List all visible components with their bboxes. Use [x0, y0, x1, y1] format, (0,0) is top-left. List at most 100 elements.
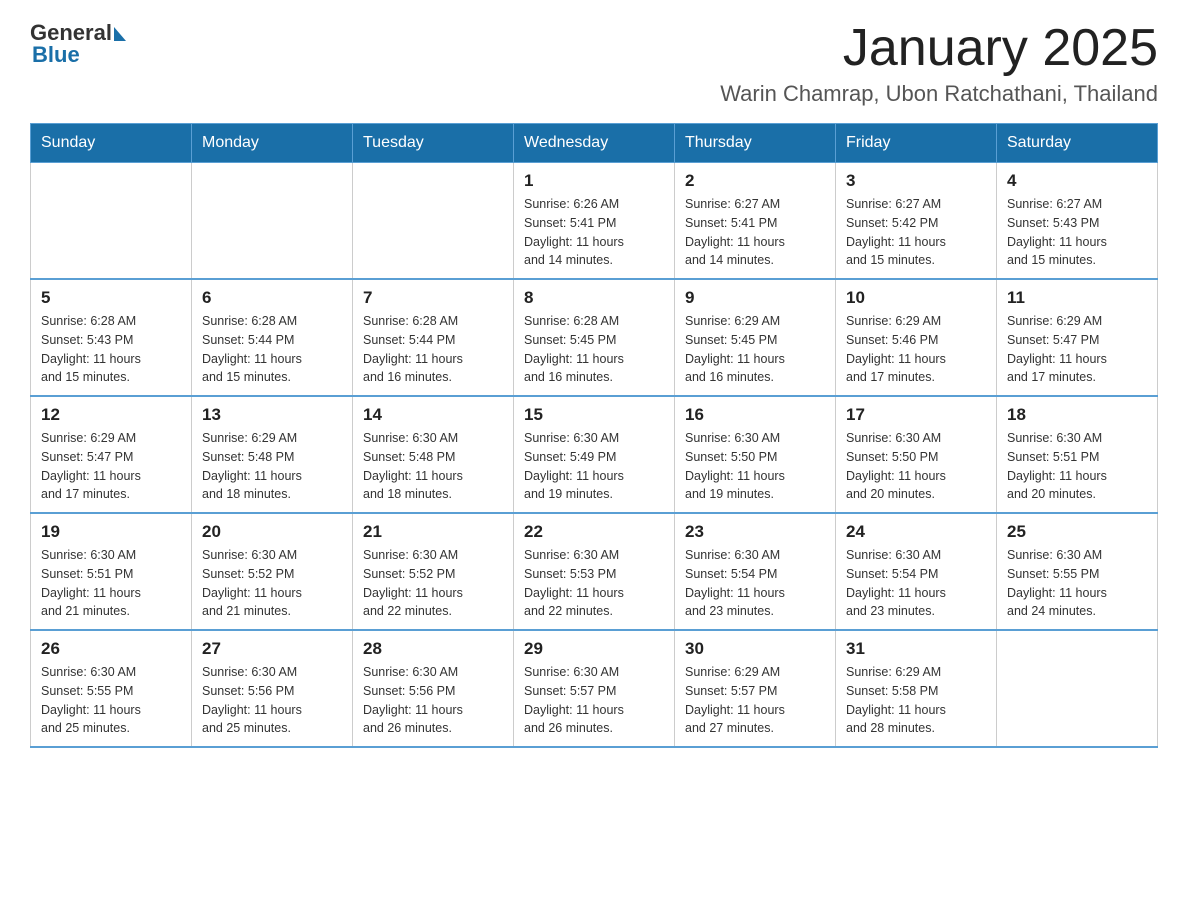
day-info: Sunrise: 6:30 AMSunset: 5:48 PMDaylight:…	[363, 429, 503, 504]
day-info: Sunrise: 6:28 AMSunset: 5:44 PMDaylight:…	[363, 312, 503, 387]
day-number: 21	[363, 522, 503, 542]
calendar-subtitle: Warin Chamrap, Ubon Ratchathani, Thailan…	[720, 81, 1158, 107]
calendar-cell	[997, 630, 1158, 747]
calendar-cell: 28Sunrise: 6:30 AMSunset: 5:56 PMDayligh…	[353, 630, 514, 747]
day-info: Sunrise: 6:29 AMSunset: 5:58 PMDaylight:…	[846, 663, 986, 738]
day-number: 13	[202, 405, 342, 425]
day-info: Sunrise: 6:30 AMSunset: 5:55 PMDaylight:…	[1007, 546, 1147, 621]
day-number: 2	[685, 171, 825, 191]
calendar-cell: 10Sunrise: 6:29 AMSunset: 5:46 PMDayligh…	[836, 279, 997, 396]
day-info: Sunrise: 6:30 AMSunset: 5:57 PMDaylight:…	[524, 663, 664, 738]
day-info: Sunrise: 6:28 AMSunset: 5:45 PMDaylight:…	[524, 312, 664, 387]
calendar-cell: 23 Sunrise: 6:30 AMSunset: 5:54 PMDayligh…	[675, 513, 836, 630]
day-info: Sunrise: 6:30 AMSunset: 5:54 PMDaylight:…	[846, 546, 986, 621]
day-info: Sunrise: 6:29 AMSunset: 5:48 PMDaylight:…	[202, 429, 342, 504]
day-number: 9	[685, 288, 825, 308]
calendar-cell: 12Sunrise: 6:29 AMSunset: 5:47 PMDayligh…	[31, 396, 192, 513]
weekday-header-row: SundayMondayTuesdayWednesdayThursdayFrid…	[31, 124, 1158, 163]
day-info: Sunrise: 6:30 AMSunset: 5:50 PMDaylight:…	[685, 429, 825, 504]
calendar-cell: 21 Sunrise: 6:30 AMSunset: 5:52 PMDayligh…	[353, 513, 514, 630]
calendar-cell: 11Sunrise: 6:29 AMSunset: 5:47 PMDayligh…	[997, 279, 1158, 396]
day-info: Sunrise: 6:30 AMSunset: 5:56 PMDaylight:…	[202, 663, 342, 738]
day-info: Sunrise: 6:30 AMSunset: 5:50 PMDaylight:…	[846, 429, 986, 504]
calendar-cell: 27 Sunrise: 6:30 AMSunset: 5:56 PMDayligh…	[192, 630, 353, 747]
day-number: 15	[524, 405, 664, 425]
day-info: Sunrise: 6:29 AMSunset: 5:47 PMDaylight:…	[41, 429, 181, 504]
day-number: 17	[846, 405, 986, 425]
calendar-cell: 5Sunrise: 6:28 AMSunset: 5:43 PMDaylight…	[31, 279, 192, 396]
day-info: Sunrise: 6:30 AMSunset: 5:54 PMDaylight:…	[685, 546, 825, 621]
day-number: 29	[524, 639, 664, 659]
day-number: 19	[41, 522, 181, 542]
weekday-header-monday: Monday	[192, 124, 353, 163]
day-number: 11	[1007, 288, 1147, 308]
calendar-cell: 24 Sunrise: 6:30 AMSunset: 5:54 PMDayligh…	[836, 513, 997, 630]
calendar-cell: 15 Sunrise: 6:30 AMSunset: 5:49 PMDayligh…	[514, 396, 675, 513]
calendar-cell: 2 Sunrise: 6:27 AMSunset: 5:41 PMDaylight…	[675, 163, 836, 280]
day-info: Sunrise: 6:27 AMSunset: 5:42 PMDaylight:…	[846, 195, 986, 270]
day-number: 16	[685, 405, 825, 425]
calendar-cell: 4 Sunrise: 6:27 AMSunset: 5:43 PMDaylight…	[997, 163, 1158, 280]
calendar-cell: 14 Sunrise: 6:30 AMSunset: 5:48 PMDayligh…	[353, 396, 514, 513]
day-info: Sunrise: 6:30 AMSunset: 5:51 PMDaylight:…	[41, 546, 181, 621]
day-info: Sunrise: 6:30 AMSunset: 5:51 PMDaylight:…	[1007, 429, 1147, 504]
day-number: 23	[685, 522, 825, 542]
calendar-cell: 16 Sunrise: 6:30 AMSunset: 5:50 PMDayligh…	[675, 396, 836, 513]
calendar-cell: 17 Sunrise: 6:30 AMSunset: 5:50 PMDayligh…	[836, 396, 997, 513]
day-info: Sunrise: 6:27 AMSunset: 5:43 PMDaylight:…	[1007, 195, 1147, 270]
day-info: Sunrise: 6:30 AMSunset: 5:52 PMDaylight:…	[363, 546, 503, 621]
calendar-cell: 8Sunrise: 6:28 AMSunset: 5:45 PMDaylight…	[514, 279, 675, 396]
calendar-title: January 2025	[720, 20, 1158, 77]
day-number: 20	[202, 522, 342, 542]
calendar-cell: 30 Sunrise: 6:29 AMSunset: 5:57 PMDayligh…	[675, 630, 836, 747]
day-number: 26	[41, 639, 181, 659]
day-info: Sunrise: 6:30 AMSunset: 5:55 PMDaylight:…	[41, 663, 181, 738]
day-info: Sunrise: 6:26 AMSunset: 5:41 PMDaylight:…	[524, 195, 664, 270]
day-info: Sunrise: 6:29 AMSunset: 5:57 PMDaylight:…	[685, 663, 825, 738]
day-number: 25	[1007, 522, 1147, 542]
day-info: Sunrise: 6:30 AMSunset: 5:56 PMDaylight:…	[363, 663, 503, 738]
calendar-header: SundayMondayTuesdayWednesdayThursdayFrid…	[31, 124, 1158, 163]
day-number: 31	[846, 639, 986, 659]
weekday-header-tuesday: Tuesday	[353, 124, 514, 163]
calendar-body: 1Sunrise: 6:26 AMSunset: 5:41 PMDaylight…	[31, 163, 1158, 748]
day-number: 7	[363, 288, 503, 308]
calendar-cell: 13 Sunrise: 6:29 AMSunset: 5:48 PMDayligh…	[192, 396, 353, 513]
calendar-cell: 6Sunrise: 6:28 AMSunset: 5:44 PMDaylight…	[192, 279, 353, 396]
calendar-week-row: 19 Sunrise: 6:30 AMSunset: 5:51 PMDayligh…	[31, 513, 1158, 630]
title-section: January 2025 Warin Chamrap, Ubon Ratchat…	[720, 20, 1158, 107]
day-info: Sunrise: 6:30 AMSunset: 5:52 PMDaylight:…	[202, 546, 342, 621]
logo-text-blue: Blue	[30, 42, 126, 68]
day-number: 30	[685, 639, 825, 659]
day-number: 24	[846, 522, 986, 542]
weekday-header-thursday: Thursday	[675, 124, 836, 163]
calendar-cell: 29 Sunrise: 6:30 AMSunset: 5:57 PMDayligh…	[514, 630, 675, 747]
day-number: 18	[1007, 405, 1147, 425]
day-number: 14	[363, 405, 503, 425]
logo-triangle-icon	[114, 27, 126, 41]
calendar-week-row: 5Sunrise: 6:28 AMSunset: 5:43 PMDaylight…	[31, 279, 1158, 396]
weekday-header-sunday: Sunday	[31, 124, 192, 163]
calendar-table: SundayMondayTuesdayWednesdayThursdayFrid…	[30, 123, 1158, 748]
logo: General Blue	[30, 20, 126, 68]
calendar-cell: 19 Sunrise: 6:30 AMSunset: 5:51 PMDayligh…	[31, 513, 192, 630]
calendar-cell: 18 Sunrise: 6:30 AMSunset: 5:51 PMDayligh…	[997, 396, 1158, 513]
calendar-cell: 26 Sunrise: 6:30 AMSunset: 5:55 PMDayligh…	[31, 630, 192, 747]
page-header: General Blue January 2025 Warin Chamrap,…	[30, 20, 1158, 107]
calendar-cell: 20 Sunrise: 6:30 AMSunset: 5:52 PMDayligh…	[192, 513, 353, 630]
calendar-cell: 3 Sunrise: 6:27 AMSunset: 5:42 PMDaylight…	[836, 163, 997, 280]
weekday-header-friday: Friday	[836, 124, 997, 163]
calendar-cell	[31, 163, 192, 280]
day-number: 3	[846, 171, 986, 191]
calendar-cell: 9Sunrise: 6:29 AMSunset: 5:45 PMDaylight…	[675, 279, 836, 396]
day-number: 27	[202, 639, 342, 659]
day-number: 5	[41, 288, 181, 308]
calendar-cell: 7 Sunrise: 6:28 AMSunset: 5:44 PMDaylight…	[353, 279, 514, 396]
day-number: 6	[202, 288, 342, 308]
calendar-week-row: 12Sunrise: 6:29 AMSunset: 5:47 PMDayligh…	[31, 396, 1158, 513]
day-info: Sunrise: 6:27 AMSunset: 5:41 PMDaylight:…	[685, 195, 825, 270]
day-info: Sunrise: 6:30 AMSunset: 5:49 PMDaylight:…	[524, 429, 664, 504]
calendar-week-row: 1Sunrise: 6:26 AMSunset: 5:41 PMDaylight…	[31, 163, 1158, 280]
day-number: 4	[1007, 171, 1147, 191]
calendar-week-row: 26 Sunrise: 6:30 AMSunset: 5:55 PMDayligh…	[31, 630, 1158, 747]
